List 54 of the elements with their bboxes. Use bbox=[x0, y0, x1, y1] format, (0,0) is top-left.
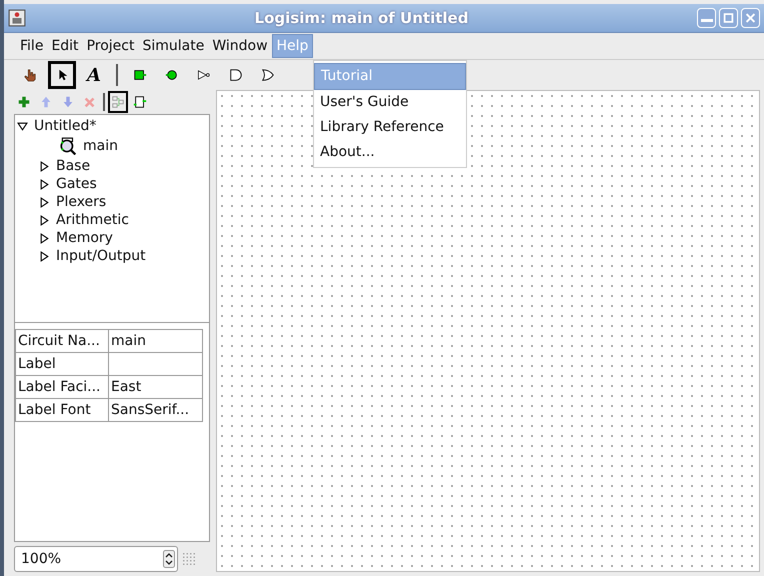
close-icon bbox=[744, 11, 757, 25]
attribute-name-cell: Circuit Na... bbox=[16, 330, 108, 352]
close-button[interactable] bbox=[741, 8, 760, 28]
attribute-value-cell[interactable]: main bbox=[108, 330, 202, 352]
maximize-button[interactable] bbox=[719, 8, 738, 28]
tree-label: Plexers bbox=[56, 194, 106, 210]
layout-view-button[interactable] bbox=[108, 91, 128, 113]
circuit-appearance-icon bbox=[133, 94, 147, 110]
attribute-name-cell: Label bbox=[16, 352, 108, 376]
spinner-arrows-icon bbox=[163, 549, 175, 569]
tree-label: Memory bbox=[56, 230, 113, 246]
tree-item[interactable]: Arithmetic bbox=[15, 211, 209, 229]
menu-item[interactable]: Simulate bbox=[138, 35, 208, 57]
window-title: Logisim: main of Untitled bbox=[254, 9, 470, 27]
menu-item[interactable]: File bbox=[16, 35, 48, 57]
toolbar-separator bbox=[103, 93, 105, 111]
circuit-layout-icon bbox=[111, 94, 125, 110]
tree-item[interactable]: Memory bbox=[15, 229, 209, 247]
menu-item[interactable]: Library Reference bbox=[314, 115, 466, 140]
minimize-icon bbox=[700, 17, 712, 23]
tree-label: Arithmetic bbox=[56, 212, 129, 228]
attribute-value-cell[interactable] bbox=[108, 352, 202, 376]
attribute-value-cell[interactable]: SansSerif... bbox=[108, 398, 202, 422]
text-tool[interactable]: A bbox=[80, 61, 108, 89]
tree-label: main bbox=[83, 138, 118, 154]
magnifier-icon bbox=[59, 137, 77, 155]
tree-item[interactable]: Base bbox=[15, 157, 209, 175]
menu-item[interactable]: Project bbox=[82, 35, 138, 57]
tree-label: Input/Output bbox=[56, 248, 146, 264]
tree-item[interactable]: Gates bbox=[15, 175, 209, 193]
plus-icon bbox=[17, 94, 31, 110]
attribute-value-cell[interactable]: East bbox=[108, 376, 202, 398]
tree-item[interactable]: main bbox=[15, 135, 209, 157]
zoom-spinner[interactable]: 100% bbox=[14, 546, 178, 572]
menu-item[interactable]: User's Guide bbox=[314, 90, 466, 115]
attribute-name-cell: Label Font bbox=[16, 398, 108, 422]
minimize-button[interactable] bbox=[697, 8, 716, 28]
maximize-icon bbox=[722, 11, 735, 25]
menu-item[interactable]: About... bbox=[314, 140, 466, 165]
tree-item[interactable]: Plexers bbox=[15, 193, 209, 211]
tree-label: Gates bbox=[56, 176, 97, 192]
tree-label: Untitled* bbox=[34, 118, 96, 134]
up-arrow-icon bbox=[39, 94, 53, 110]
grid-toggle-icon[interactable] bbox=[182, 552, 196, 566]
tree-item[interactable]: Untitled* bbox=[15, 117, 209, 135]
menu-item[interactable]: Edit bbox=[47, 35, 83, 57]
attribute-name-cell: Label Faci... bbox=[16, 376, 108, 398]
tree-item[interactable]: Input/Output bbox=[15, 247, 209, 265]
tree-label: Base bbox=[56, 158, 90, 174]
down-arrow-icon bbox=[61, 94, 75, 110]
pointer-tool[interactable] bbox=[48, 61, 76, 89]
menu-item[interactable]: Window bbox=[208, 35, 272, 57]
app-icon bbox=[8, 9, 26, 27]
toolbar-separator bbox=[116, 64, 118, 86]
